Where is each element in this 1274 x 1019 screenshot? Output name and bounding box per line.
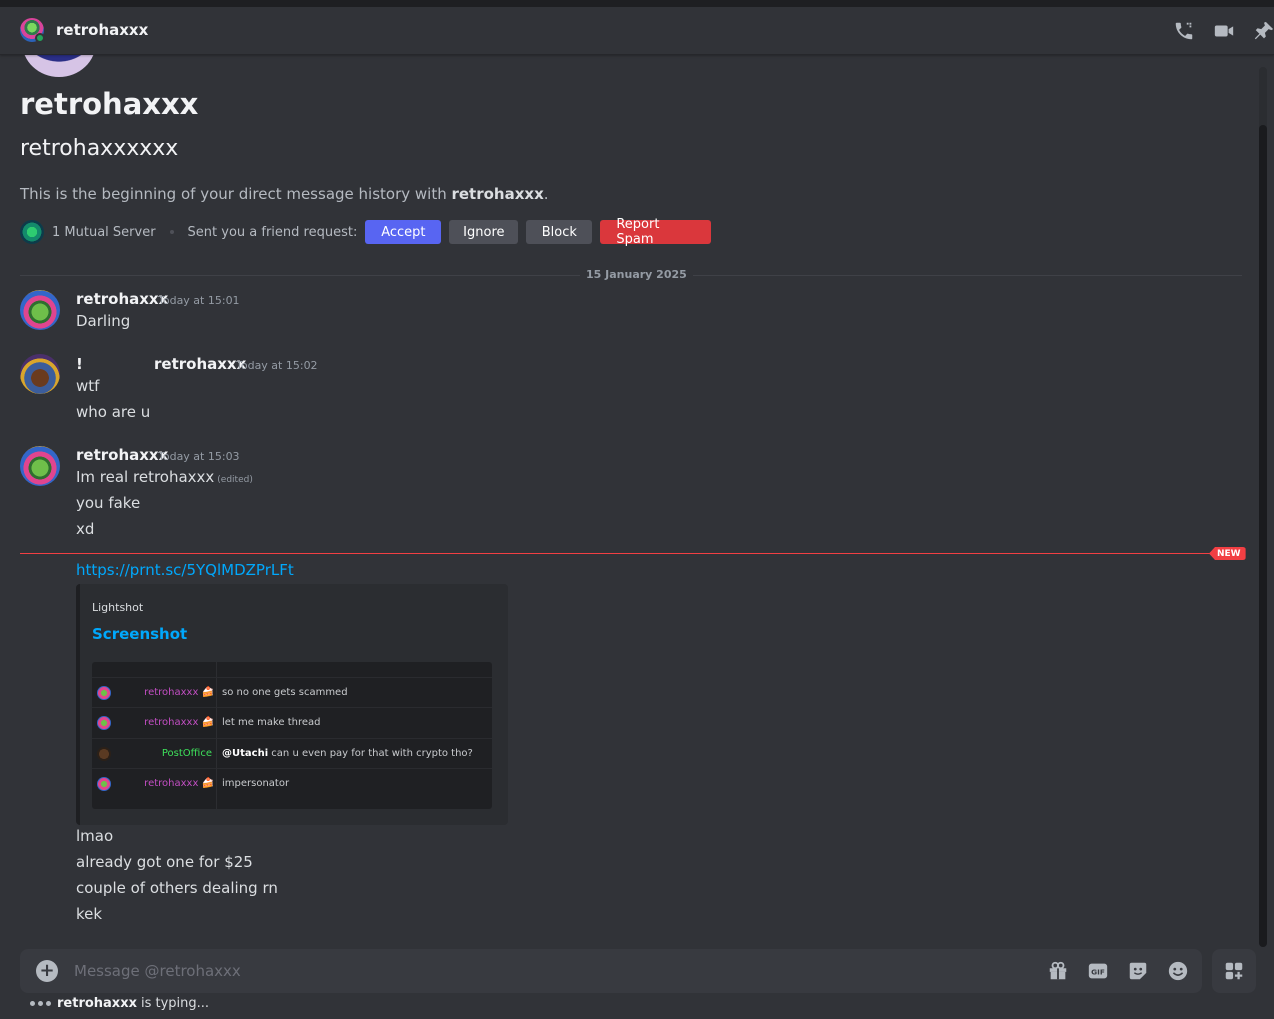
- friend-request-text: Sent you a friend request:: [187, 224, 358, 240]
- beginning-user: retrohaxxx: [451, 185, 544, 203]
- embed-image-row: PostOffice @Utachi can u even pay for th…: [92, 738, 492, 768]
- sticker-icon[interactable]: [1126, 959, 1150, 983]
- message-text: couple of others dealing rn: [76, 879, 278, 897]
- message-avatar[interactable]: [20, 446, 60, 486]
- embed-provider[interactable]: Lightshot: [92, 601, 143, 614]
- date-divider-label: 15 January 2025: [580, 268, 693, 281]
- beginning-prefix: This is the beginning of your direct mes…: [20, 185, 452, 203]
- typing-dots-icon: [30, 1001, 51, 1006]
- message-text: already got one for $25: [76, 853, 253, 871]
- embed-row-mention: @Utachi: [222, 748, 269, 759]
- online-status-icon: [35, 33, 45, 43]
- embed-row-name: retrohaxxx 🍰: [144, 687, 214, 698]
- friend-request-row: 1 Mutual Server Sent you a friend reques…: [20, 217, 712, 247]
- dm-header: retrohaxxx: [0, 7, 1274, 55]
- svg-text:GIF: GIF: [1091, 968, 1105, 977]
- message-author-prefix[interactable]: !: [76, 355, 83, 373]
- embed-image-row: retrohaxxx 🍰 impersonator: [92, 768, 492, 798]
- typing-indicator: retrohaxxx is typing...: [30, 996, 209, 1011]
- message-text: wtf: [76, 377, 100, 395]
- message-text-content: Im real retrohaxxx: [76, 468, 215, 486]
- pin-icon[interactable]: [1252, 19, 1274, 43]
- embed-row-avatar: [97, 686, 111, 700]
- beginning-suffix: .: [543, 185, 549, 203]
- embed-row-name: PostOffice: [161, 748, 212, 759]
- embed-row-text: @Utachi can u even pay for that with cry…: [222, 748, 473, 759]
- message-avatar[interactable]: [20, 290, 60, 330]
- embed-row-avatar: [97, 716, 111, 730]
- phone-icon[interactable]: [1172, 19, 1196, 43]
- message-author[interactable]: retrohaxxx: [76, 290, 168, 308]
- embed-row-avatar: [97, 747, 111, 761]
- embed-image-row: retrohaxxx 🍰 let me make thread: [92, 707, 492, 737]
- link-embed: Lightshot Screenshot retrohaxxx 🍰 so no …: [76, 584, 508, 825]
- message-text: kek: [76, 905, 103, 923]
- accept-button[interactable]: Accept: [365, 220, 442, 244]
- scrollbar-thumb[interactable]: [1259, 125, 1267, 947]
- mutual-server-icon[interactable]: [20, 220, 44, 244]
- dm-beginning-text: This is the beginning of your direct mes…: [20, 185, 549, 203]
- message-link[interactable]: https://prnt.sc/5YQlMDZPrLFt: [76, 561, 294, 579]
- typing-user: retrohaxxx: [57, 996, 137, 1011]
- embed-title[interactable]: Screenshot: [92, 625, 187, 643]
- embed-row-text: impersonator: [222, 778, 290, 789]
- profile-username: retrohaxxxxxx: [20, 136, 179, 161]
- plus-icon[interactable]: +: [36, 960, 58, 982]
- embed-screenshot-image[interactable]: retrohaxxx 🍰 so no one gets scammed retr…: [92, 662, 492, 809]
- mutual-servers-link[interactable]: 1 Mutual Server: [52, 225, 156, 240]
- message-text: you fake: [76, 494, 141, 512]
- gif-icon[interactable]: GIF: [1086, 959, 1110, 983]
- video-icon[interactable]: [1212, 19, 1236, 43]
- message-text: xd: [76, 520, 95, 538]
- new-messages-badge: NEW: [1209, 547, 1246, 560]
- message-input[interactable]: [74, 961, 974, 981]
- message-text: Darling: [76, 312, 131, 330]
- report-spam-button[interactable]: Report Spam: [600, 217, 712, 247]
- block-button[interactable]: Block: [526, 220, 593, 244]
- new-messages-divider: [20, 553, 1210, 554]
- message-text: Im real retrohaxxx (edited): [76, 468, 253, 486]
- embed-row-avatar: [97, 777, 111, 791]
- message-avatar[interactable]: [20, 354, 60, 394]
- embed-row-name: retrohaxxx 🍰: [144, 778, 214, 789]
- ignore-button[interactable]: Ignore: [449, 220, 519, 244]
- message-timestamp: Today at 15:03: [158, 450, 240, 463]
- gift-icon[interactable]: [1046, 959, 1070, 983]
- edited-label: (edited): [217, 475, 253, 485]
- message-timestamp: Today at 15:01: [158, 294, 240, 307]
- dm-window: retrohaxxx retrohaxxx retrohaxxxxxx This…: [0, 7, 1274, 1019]
- typing-text: is typing...: [140, 996, 210, 1011]
- embed-row-text-content: can u even pay for that with crypto tho?: [268, 748, 473, 759]
- message-author[interactable]: retrohaxxx: [76, 446, 168, 464]
- embed-row-name: retrohaxxx 🍰: [144, 717, 214, 728]
- embed-row-text: let me make thread: [222, 717, 321, 728]
- emoji-icon[interactable]: [1166, 959, 1190, 983]
- message-author[interactable]: retrohaxxx: [154, 355, 246, 373]
- header-username[interactable]: retrohaxxx: [56, 21, 148, 39]
- separator-dot: [169, 230, 174, 234]
- embed-image-row: retrohaxxx 🍰 so no one gets scammed: [92, 677, 492, 707]
- message-text: lmao: [76, 827, 114, 845]
- message-text: who are u: [76, 403, 151, 421]
- embed-image-row-cut: [92, 662, 492, 677]
- embed-row-text: so no one gets scammed: [222, 687, 348, 698]
- profile-display-name: retrohaxxx: [20, 87, 199, 121]
- message-composer: + GIF: [20, 949, 1202, 993]
- apps-icon[interactable]: [1212, 949, 1256, 993]
- message-timestamp: Today at 15:02: [236, 359, 318, 372]
